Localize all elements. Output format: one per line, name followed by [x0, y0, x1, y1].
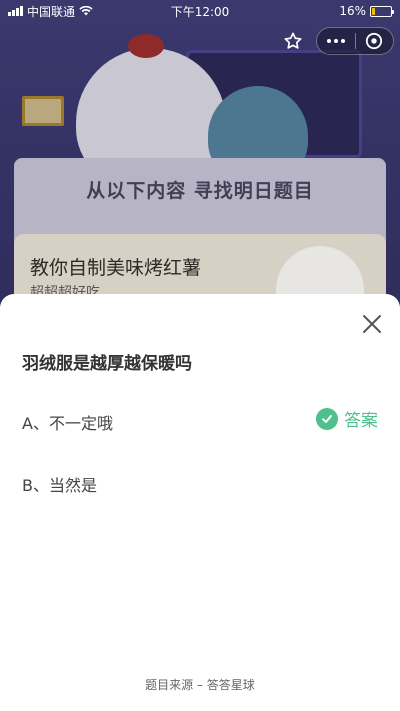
question-source: 题目来源 – 答答星球	[145, 678, 255, 692]
circle-close-icon	[366, 32, 383, 50]
close-miniprogram-button[interactable]	[356, 28, 394, 54]
battery-level	[372, 7, 375, 15]
question-title: 羽绒服是越厚越保暖吗	[22, 354, 192, 374]
answer-badge: 答案	[316, 406, 378, 431]
option-a[interactable]: A、不一定哦	[22, 410, 113, 434]
close-x-icon	[363, 315, 381, 333]
battery-percent: 16%	[339, 4, 366, 18]
answer-label: 答案	[344, 411, 378, 431]
favorite-button[interactable]	[276, 27, 310, 55]
signal-icon	[8, 6, 23, 16]
star-outline-icon	[284, 32, 302, 49]
battery-icon	[370, 5, 394, 17]
close-sheet-button[interactable]	[360, 312, 384, 336]
chicken-comb	[128, 34, 164, 58]
carrier-name: 中国联通	[27, 4, 76, 19]
wifi-icon	[79, 6, 93, 16]
award-frame-illustration	[22, 96, 64, 126]
status-bar: 中国联通 下午12:00 16%	[0, 0, 400, 22]
card-title: 教你自制美味烤红薯	[30, 257, 202, 279]
miniprogram-capsule	[316, 27, 394, 55]
option-b[interactable]: B、当然是	[22, 472, 97, 496]
answer-sheet: 羽绒服是越厚越保暖吗 A、不一定哦 答案 B、当然是 题目来源 – 答答星球	[0, 294, 400, 711]
check-circle-icon	[316, 407, 338, 430]
banner-title: 从以下内容 寻找明日题目	[86, 180, 314, 202]
more-button[interactable]	[317, 28, 355, 54]
more-dots-icon	[326, 39, 331, 43]
